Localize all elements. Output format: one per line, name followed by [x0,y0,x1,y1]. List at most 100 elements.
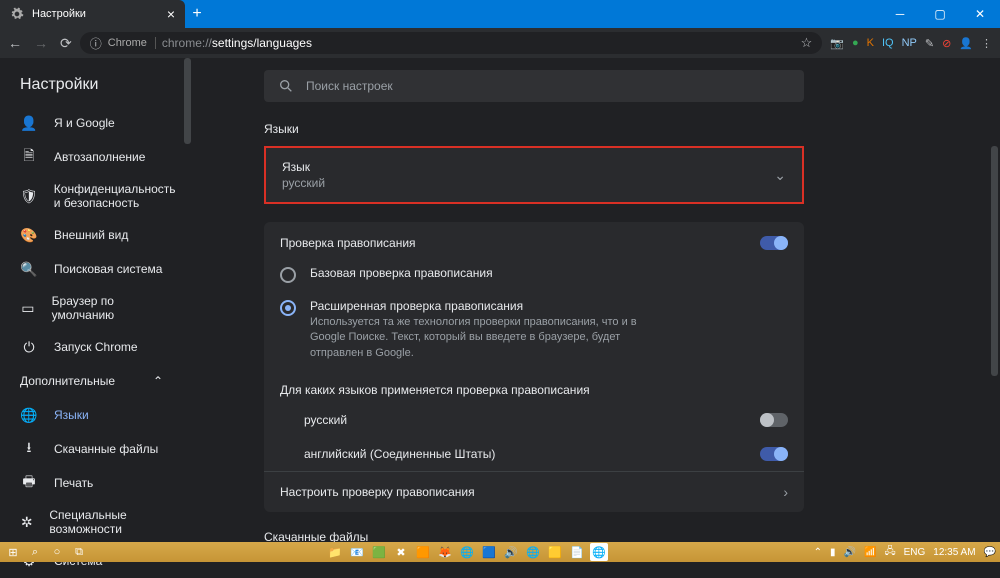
extension-icon[interactable]: ● [852,37,859,49]
search-input[interactable]: Поиск настроек [264,70,804,102]
lang-name: русский [304,413,347,427]
page-title: Настройки [0,76,183,106]
bookmark-icon[interactable]: ☆ [801,35,813,51]
spellcheck-langs-label: Для каких языков применяется проверка пр… [264,369,804,403]
taskbar-app-icon[interactable]: 🟦 [480,543,498,561]
shield-icon: 🛡 [20,187,38,205]
spellcheck-toggle[interactable] [760,236,788,250]
language-indicator[interactable]: ENG [904,547,926,558]
avatar-icon[interactable]: 👤 [959,37,973,50]
window-close-button[interactable]: ✕ [960,0,1000,28]
sidebar-item-languages[interactable]: 🌐 Языки [0,398,183,432]
menu-icon[interactable]: ⋮ [981,37,992,50]
customize-spellcheck-row[interactable]: Настроить проверку правописания › [264,471,804,512]
chevron-up-icon: ⌃ [153,374,163,388]
taskbar-app-icon[interactable]: 🟧 [414,543,432,561]
browser-tab[interactable]: Настройки × [0,0,185,28]
sidebar-item-label: Я и Google [54,116,115,130]
sidebar-item-search[interactable]: 🔍 Поисковая система [0,252,183,286]
sidebar-item-accessibility[interactable]: ✲ Специальные возможности [0,500,183,544]
url-text: chrome://settings/languages [162,36,312,50]
system-tray: ⌃ ▮ 🔊 📶 🖧 ENG 12:35 AM 💬 [814,544,996,561]
sidebar-item-appearance[interactable]: 🎨 Внешний вид [0,218,183,252]
spellcheck-title: Проверка правописания [280,236,416,250]
main-scrollbar[interactable] [989,58,1000,542]
volume-icon[interactable]: 🔊 [844,547,856,558]
new-tab-button[interactable]: + [185,0,209,28]
taskbar-chrome-icon[interactable]: 🌐 [590,543,608,561]
chevron-down-icon: ⌄ [774,167,786,184]
sidebar-item-downloads[interactable]: ⭳ Скачанные файлы [0,432,183,466]
sidebar-item-label: Автозаполнение [54,150,145,164]
start-button[interactable]: ⊞ [4,543,22,561]
radio-icon [280,267,296,283]
taskbar-app-icon[interactable]: 🟩 [370,543,388,561]
forward-button[interactable]: → [34,35,48,51]
taskbar-app-icon[interactable]: 🔊 [502,543,520,561]
site-info-icon[interactable]: ⓘ [90,35,102,52]
sidebar-item-autofill[interactable]: 🗎 Автозаполнение [0,140,183,174]
sidebar-item-print[interactable]: 🖶 Печать [0,466,183,500]
sidebar-item-you-and-google[interactable]: 👤 Я и Google [0,106,183,140]
taskbar-app-icon[interactable]: 📄 [568,543,586,561]
windows-taskbar: ⊞ ⌕ ○ ⧉ 📁 📧 🟩 ✖ 🟧 🦊 🌐 🟦 🔊 🌐 🟨 📄 🌐 ⌃ ▮ 🔊 … [0,542,1000,562]
sidebar-scrollbar[interactable] [183,58,192,542]
section-heading-downloads: Скачанные файлы [264,530,1000,542]
browser-icon: ▭ [20,299,36,317]
extension-icon[interactable]: NP [902,37,917,49]
taskbar-app-icon[interactable]: 🟨 [546,543,564,561]
search-button[interactable]: ⌕ [26,543,44,561]
print-icon: 🖶 [20,474,38,492]
extension-icon[interactable]: ✎ [925,37,934,50]
reload-button[interactable]: ⟳ [60,35,72,52]
network-icon[interactable]: 🖧 [884,544,895,561]
minimize-button[interactable]: ─ [880,0,920,28]
tray-chevron-icon[interactable]: ⌃ [814,547,822,558]
sidebar-item-security[interactable]: 🛡 Конфиденциальность и безопасность [0,174,183,218]
extension-icon[interactable]: ⊘ [942,37,951,50]
radio-basic-row[interactable]: Базовая проверка правописания [264,258,804,291]
sidebar-item-label: Запуск Chrome [54,340,138,354]
search-icon [278,78,294,94]
maximize-button[interactable]: ▢ [920,0,960,28]
taskbar-app-icon[interactable]: 📁 [326,543,344,561]
language-row-value: русский [282,176,325,190]
taskbar-app-icon[interactable]: 🌐 [524,543,542,561]
left-column: Настройки 👤 Я и Google 🗎 Автозаполнение … [0,58,192,542]
spellcheck-card: Проверка правописания Базовая проверка п… [264,222,804,512]
radio-basic-label: Базовая проверка правописания [310,266,493,280]
sidebar-item-default-browser[interactable]: ▭ Браузер по умолчанию [0,286,183,330]
radio-enhanced-row[interactable]: Расширенная проверка правописания Исполь… [264,291,804,369]
extension-icon[interactable]: IQ [882,37,894,49]
extension-icon[interactable]: K [867,37,874,49]
search-icon: 🔍 [20,260,38,278]
task-view-button[interactable]: ⧉ [70,543,88,561]
settings-content: Настройки 👤 Я и Google 🗎 Автозаполнение … [0,58,1000,542]
notifications-icon[interactable]: 💬 [984,547,996,558]
lang-toggle[interactable] [760,447,788,461]
extension-icon[interactable]: 📷 [830,37,844,50]
back-button[interactable]: ← [8,35,22,51]
wifi-icon[interactable]: 📶 [864,547,876,558]
sidebar-item-startup[interactable]: ⏻ Запуск Chrome [0,330,183,364]
sidebar-item-label: Языки [54,408,89,422]
sidebar-advanced-toggle[interactable]: Дополнительные ⌃ [0,364,183,398]
taskbar-app-icon[interactable]: 🌐 [458,543,476,561]
language-expand-row[interactable]: Язык русский ⌄ [266,148,802,202]
sidebar-item-label: Специальные возможности [49,508,163,536]
sidebar-item-label: Поисковая система [54,262,162,276]
lang-toggle[interactable] [760,413,788,427]
address-bar[interactable]: ⓘ Chrome chrome://settings/languages ☆ [80,32,823,54]
battery-icon[interactable]: ▮ [830,547,836,558]
taskbar-app-icon[interactable]: 🦊 [436,543,454,561]
cortana-button[interactable]: ○ [48,543,66,561]
main-panel: Поиск настроек Языки Язык русский ⌄ Пров… [192,58,1000,542]
accessibility-icon: ✲ [20,513,33,531]
lang-name: английский (Соединенные Штаты) [304,447,495,461]
taskbar-app-icon[interactable]: 📧 [348,543,366,561]
clock[interactable]: 12:35 AM [933,547,975,558]
sidebar-item-label: Внешний вид [54,228,128,242]
close-icon[interactable]: × [167,6,175,22]
advanced-label: Дополнительные [20,374,115,388]
taskbar-app-icon[interactable]: ✖ [392,543,410,561]
